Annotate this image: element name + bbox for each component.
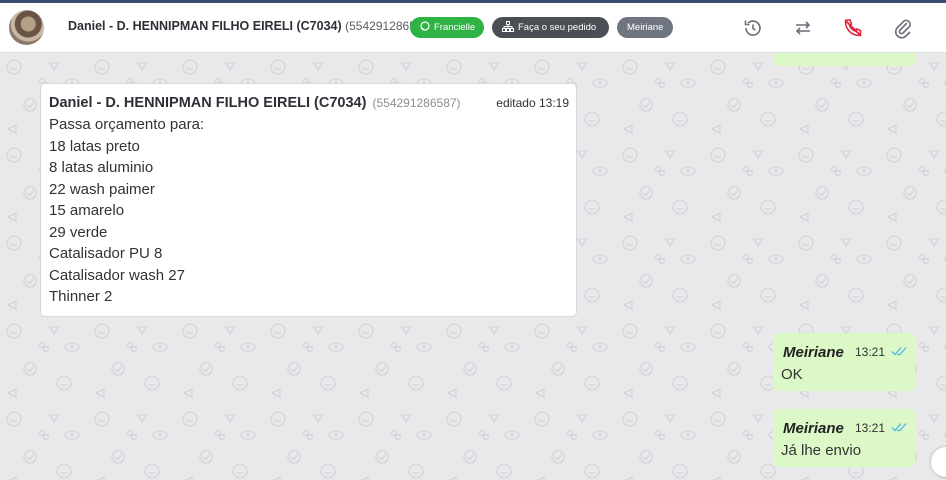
message-line: 29 verde <box>49 223 108 241</box>
chat-header: Daniel - D. HENNIPMAN FILHO EIRELI (C703… <box>0 3 946 53</box>
contact-avatar[interactable] <box>9 10 44 45</box>
outgoing-sender: Meiriane <box>783 420 844 437</box>
message-line: Passa orçamento para: <box>49 116 205 133</box>
outgoing-time: 13:21 <box>855 345 886 359</box>
incoming-phone: (554291286587) <box>372 96 461 110</box>
double-check-icon <box>891 347 907 356</box>
double-check-icon <box>891 423 907 432</box>
previous-outgoing-bubble <box>774 53 915 66</box>
message-line: Catalisador wash 27 <box>49 266 185 284</box>
outgoing-sender: Meiriane <box>783 344 844 361</box>
message-line: 22 wash paimer <box>49 180 155 198</box>
transfer-icon[interactable] <box>791 16 815 40</box>
outgoing-message[interactable]: Meiriane 13:21 OK <box>773 333 915 391</box>
attachment-icon[interactable] <box>891 16 915 40</box>
incoming-message-header: Daniel - D. HENNIPMAN FILHO EIRELI (C703… <box>49 95 569 111</box>
contact-name: Daniel - D. HENNIPMAN FILHO EIRELI (C703… <box>68 19 342 33</box>
order-chip[interactable]: Faça o seu pedido <box>492 17 609 38</box>
whatsapp-icon <box>420 21 430 32</box>
incoming-message[interactable]: Daniel - D. HENNIPMAN FILHO EIRELI (C703… <box>40 83 577 317</box>
outgoing-text: OK <box>781 366 803 383</box>
end-call-icon[interactable] <box>841 16 865 40</box>
whatsapp-chip[interactable]: Francielle <box>410 17 484 38</box>
message-line: 18 latas preto <box>49 137 140 155</box>
contact-title[interactable]: Daniel - D. HENNIPMAN FILHO EIRELI (C703… <box>68 19 433 33</box>
outgoing-message[interactable]: Meiriane 13:21 Já lhe envio <box>773 409 915 467</box>
history-icon[interactable] <box>741 16 765 40</box>
outgoing-time: 13:21 <box>855 421 886 435</box>
outgoing-text: Já lhe envio <box>781 442 862 459</box>
whatsapp-chip-label: Francielle <box>434 22 476 33</box>
incoming-message-body: Passa orçamento para: 18 latas preto 8 l… <box>49 114 568 308</box>
agent-chip-label: Meiriane <box>627 22 664 33</box>
incoming-sender: Daniel - D. HENNIPMAN FILHO EIRELI (C703… <box>49 95 367 111</box>
order-chip-label: Faça o seu pedido <box>518 22 597 33</box>
message-line: 15 amarelo <box>49 202 125 219</box>
incoming-edited-time: editado 13:19 <box>496 96 569 110</box>
sitemap-icon <box>502 20 514 32</box>
message-line: Thinner 2 <box>49 288 113 305</box>
message-line: 8 latas aluminio <box>49 159 154 176</box>
message-line: Catalisador PU 8 <box>49 245 163 262</box>
agent-chip[interactable]: Meiriane <box>617 17 673 38</box>
